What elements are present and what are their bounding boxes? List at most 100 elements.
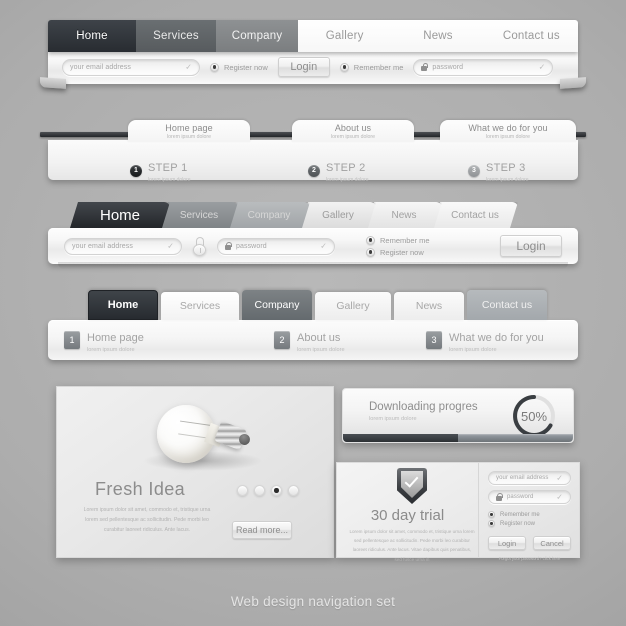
register-now-radio[interactable]: Register now [366,247,430,257]
rounded-tab-services[interactable]: Services [161,292,239,320]
trial-login-column: your email address ✓ password ✓ Remember… [478,463,579,561]
step-label: STEP 2 [326,162,366,174]
slanted-tab-company[interactable]: Company [228,202,310,228]
radio-icon[interactable] [366,235,375,245]
step-number-badge: 3 [468,164,480,177]
lock-icon [496,493,503,501]
ribbon-fold-about-us[interactable]: About us lorem ipsum dolore [292,120,414,142]
panel-body-text: Lorem ipsum dolor sit amet, commodo et, … [83,507,211,534]
trial-headline: 30 day trial [370,507,445,524]
email-input[interactable]: your email address ✓ [62,58,200,76]
cancel-button[interactable]: Cancel [533,536,571,550]
slanted-tab-contact-us[interactable]: Contact us [432,202,518,228]
item-number-badge: 2 [274,331,290,349]
slanted-tab-home[interactable]: Home [70,202,170,228]
password-placeholder-text: password [432,63,464,71]
fold-sub: lorem ipsum dolore [330,134,376,140]
email-input[interactable]: your email address ✓ [488,471,571,485]
step-item-2[interactable]: 2 STEP 2 lorem ipsum dolore [308,158,369,183]
register-now-radio[interactable]: Register now [210,62,268,72]
email-placeholder-text: your email address [496,475,549,481]
slider-dot-4[interactable] [288,485,299,496]
slanted-tab-services[interactable]: Services [160,202,238,228]
item-title: Home page [87,331,144,344]
nav-tab-company[interactable]: Company [216,20,298,52]
step-item-1[interactable]: 1 STEP 1 lorem ipsum dolore [130,158,191,183]
password-input[interactable]: password ✓ [217,237,335,255]
slider-dot-2[interactable] [254,485,265,496]
email-placeholder-text: your email address [70,63,131,71]
rounded-tab-gallery[interactable]: Gallery [315,292,391,320]
radio-icon[interactable] [488,511,495,518]
slider-dot-1[interactable] [237,485,248,496]
radio-icon[interactable] [366,247,375,257]
menu-content-sheet: 1 Home page lorem ipsum dolore 2 About u… [48,320,578,360]
email-placeholder-text: your email address [72,242,133,250]
nav-tab-contact-us[interactable]: Contact us [484,20,578,52]
remember-me-radio[interactable]: Remember me [339,62,404,72]
login-button[interactable]: Login [500,235,562,257]
item-title: What we do for you [449,331,544,344]
rounded-tab-news[interactable]: News [394,292,464,320]
remember-me-label: Remember me [380,235,430,245]
shield-check-icon [397,468,427,504]
step-label: STEP 3 [486,162,526,174]
slider-dots [237,485,299,496]
item-number-badge: 3 [426,331,442,349]
remember-me-label: Remember me [353,62,404,72]
item-sub: lorem ipsum dolore [449,346,497,353]
ribbon-steps-bar: Home page lorem ipsum dolore About us lo… [40,112,586,183]
slanted-tab-login-bar: Home Services Company Gallery News Conta… [48,202,578,269]
login-form-bar: your email address ✓ password ✓ Remember… [48,228,578,269]
fold-title: About us [334,123,372,133]
login-form-bar: your email address ✓ Register now Login … [40,50,586,89]
ribbon-fold-what-we-do[interactable]: What we do for you lorem ipsum dolore [440,120,576,142]
progress-bar [343,434,573,442]
slanted-tab-news[interactable]: News [366,202,442,228]
rounded-tab-company[interactable]: Company [242,290,312,320]
rounded-tab-contact-us[interactable]: Contact us [467,290,547,320]
ribbon-fold-home-page[interactable]: Home page lorem ipsum dolore [128,120,250,142]
radio-icon[interactable] [210,62,219,72]
thirty-day-trial-panel: 30 day trial Lorem ipsum dolor sit amet,… [336,462,580,562]
rounded-tab-home[interactable]: Home [88,290,158,320]
password-input[interactable]: password ✓ [413,58,554,76]
slanted-tab-gallery[interactable]: Gallery [300,202,376,228]
menu-item-about-us[interactable]: 2 About us lorem ipsum dolore [274,328,426,353]
fold-title: Home page [165,123,213,133]
nav-tab-home[interactable]: Home [48,20,136,52]
bar-shadow [58,262,568,269]
fold-sub: lorem ipsum dolore [166,134,212,140]
check-icon: ✓ [167,241,174,251]
email-input[interactable]: your email address ✓ [64,237,182,255]
check-icon: ✓ [320,241,327,251]
step-sub: lorem ipsum dolore [486,177,529,183]
check-icon: ✓ [556,473,563,483]
login-button[interactable]: Login [277,57,330,77]
remember-me-radio[interactable]: Remember me [488,511,571,518]
password-input[interactable]: password ✓ [488,490,571,504]
menu-item-home-page[interactable]: 1 Home page lorem ipsum dolore [64,328,274,353]
download-progress-panel: Downloading progres lorem ipsum dolore 5… [342,388,574,443]
panel-headline: Fresh Idea [95,479,186,499]
register-now-radio[interactable]: Register now [488,520,571,527]
fresh-idea-slider-panel: Fresh Idea Lorem ipsum dolor sit amet, c… [56,386,334,558]
nav-tab-gallery[interactable]: Gallery [298,20,392,52]
item-sub: lorem ipsum dolore [87,346,135,353]
step-number-badge: 1 [130,164,142,177]
forgot-password-link[interactable]: Forgot your password? click here [488,556,571,561]
login-button[interactable]: Login [488,536,526,550]
step-label: STEP 1 [148,162,188,174]
register-now-label: Register now [224,62,268,72]
slider-dot-3[interactable] [271,485,282,496]
lock-icon [421,63,429,71]
menu-item-what-we-do[interactable]: 3 What we do for you lorem ipsum dolore [426,328,544,353]
nav-tab-services[interactable]: Services [136,20,216,52]
password-placeholder-text: password [236,242,267,250]
nav-tab-news[interactable]: News [391,20,485,52]
radio-icon[interactable] [488,520,495,527]
step-item-3[interactable]: 3 STEP 3 lorem ipsum dolore [468,158,529,183]
remember-me-radio[interactable]: Remember me [366,235,430,245]
radio-icon[interactable] [339,62,349,72]
read-more-button[interactable]: Read more... [232,521,292,539]
